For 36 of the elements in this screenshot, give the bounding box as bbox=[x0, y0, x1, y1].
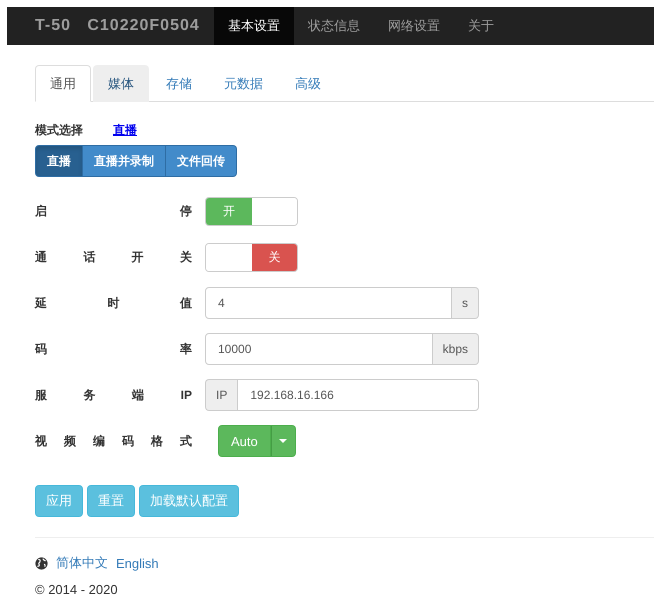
field-label: 通话开关 bbox=[35, 248, 192, 266]
mode-link[interactable]: 直播 bbox=[113, 122, 137, 139]
mode-label: 模式选择 bbox=[35, 122, 83, 139]
input-field[interactable]: 192.168.16.166 bbox=[237, 379, 479, 411]
field-label: 启停 bbox=[35, 202, 192, 220]
input-addon: IP bbox=[205, 379, 238, 411]
mode-button[interactable]: 直播 bbox=[35, 145, 83, 177]
nav-item[interactable]: 基本设置 bbox=[214, 7, 294, 45]
nav-item[interactable]: 网络设置 bbox=[374, 7, 454, 45]
toggle-switch[interactable]: 开 bbox=[205, 196, 298, 226]
nav-item[interactable]: 状态信息 bbox=[294, 7, 374, 45]
language-link[interactable]: English bbox=[116, 556, 159, 570]
tab[interactable]: 媒体 bbox=[93, 65, 149, 102]
tab[interactable]: 通用 bbox=[35, 65, 91, 102]
tab[interactable]: 存储 bbox=[151, 65, 207, 102]
copyright-text: © 2014 - 2020 bbox=[35, 582, 119, 596]
input-field[interactable]: 10000 bbox=[205, 333, 433, 365]
dropdown-button[interactable] bbox=[270, 425, 296, 457]
field-label: 服务端IP bbox=[35, 386, 192, 404]
field-label: 码率 bbox=[35, 340, 192, 358]
field-label: 视频编码格式 bbox=[35, 432, 192, 450]
language-link[interactable]: 简体中文 bbox=[56, 554, 108, 572]
caret-icon bbox=[279, 439, 288, 443]
field-label: 延时值 bbox=[35, 294, 192, 312]
mode-button[interactable]: 文件回传 bbox=[166, 145, 237, 177]
select-button[interactable]: Auto bbox=[218, 425, 271, 457]
input-field[interactable]: 4 bbox=[205, 287, 452, 319]
input-addon: kbps bbox=[432, 333, 479, 365]
tab[interactable]: 元数据 bbox=[209, 65, 278, 102]
brand-title: T-50 C10220F0504 bbox=[34, 16, 201, 36]
nav-item[interactable]: 关于 bbox=[454, 7, 508, 45]
tab[interactable]: 高级 bbox=[280, 65, 336, 102]
globe-icon bbox=[35, 556, 48, 570]
toggle-switch[interactable]: 关 bbox=[205, 242, 298, 272]
input-addon: s bbox=[452, 287, 479, 319]
mode-button[interactable]: 直播并录制 bbox=[83, 145, 166, 177]
